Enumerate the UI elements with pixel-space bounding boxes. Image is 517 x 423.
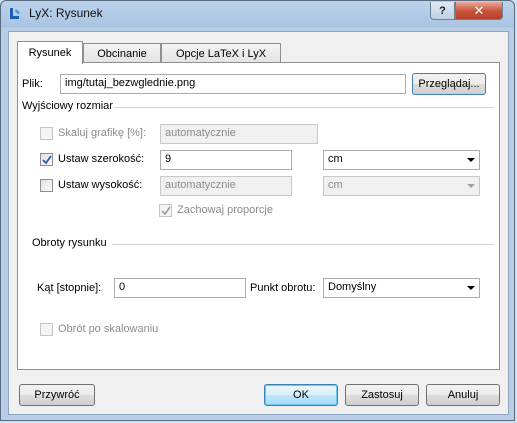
output-size-heading: Wyjściowy rozmiar bbox=[22, 100, 113, 112]
chevron-down-icon bbox=[467, 286, 475, 290]
after-scaling-checkbox[interactable] bbox=[40, 323, 53, 336]
height-unit-select[interactable]: cm bbox=[323, 176, 480, 196]
ok-button[interactable]: OK bbox=[264, 384, 338, 406]
file-label: Plik: bbox=[22, 78, 43, 90]
restore-button[interactable]: Przywróć bbox=[19, 384, 95, 406]
dialog-window: LyX: Rysunek ? ✕ Rysunek Obcinanie Opcje… bbox=[0, 0, 515, 421]
origin-label: Punkt obrotu: bbox=[250, 282, 316, 294]
keep-ratio-label: Zachowaj proporcje bbox=[177, 204, 273, 216]
chevron-down-icon bbox=[467, 184, 475, 188]
scale-checkbox[interactable] bbox=[40, 127, 53, 140]
width-input[interactable]: 9 bbox=[160, 150, 292, 170]
height-input[interactable]: automatycznie bbox=[160, 176, 292, 196]
height-label: Ustaw wysokość: bbox=[58, 179, 143, 191]
checkmark-icon bbox=[161, 206, 171, 216]
file-path-input[interactable]: img/tutaj_bezwglednie.png bbox=[60, 74, 406, 94]
origin-select[interactable]: Domyślny bbox=[323, 278, 480, 298]
cancel-button[interactable]: Anuluj bbox=[426, 384, 500, 406]
tab-obcinanie[interactable]: Obcinanie bbox=[83, 43, 161, 63]
tab-panel: Plik: img/tutaj_bezwglednie.png Przegląd… bbox=[17, 62, 500, 370]
scale-input[interactable]: automatycznie bbox=[160, 124, 318, 144]
rotation-heading: Obroty rysunku bbox=[32, 237, 107, 249]
title-bar[interactable]: LyX: Rysunek ? ✕ bbox=[1, 1, 514, 27]
width-checkbox[interactable] bbox=[40, 153, 53, 166]
origin-value: Domyślny bbox=[328, 281, 377, 293]
height-unit-value: cm bbox=[328, 179, 343, 191]
width-unit-select[interactable]: cm bbox=[323, 150, 480, 170]
scale-label: Skaluj grafikę [%]: bbox=[58, 127, 147, 139]
angle-input[interactable]: 0 bbox=[114, 278, 246, 298]
output-size-separator bbox=[114, 107, 494, 108]
apply-button[interactable]: Zastosuj bbox=[345, 384, 419, 406]
window-title: LyX: Rysunek bbox=[29, 6, 103, 20]
angle-label: Kąt [stopnie]: bbox=[37, 282, 102, 294]
rotation-separator bbox=[112, 244, 494, 245]
chevron-down-icon bbox=[467, 158, 475, 162]
width-unit-value: cm bbox=[328, 153, 343, 165]
tab-rysunek[interactable]: Rysunek bbox=[17, 41, 83, 64]
help-button[interactable]: ? bbox=[430, 2, 455, 20]
checkmark-icon bbox=[42, 155, 52, 165]
width-label: Ustaw szerokość: bbox=[58, 153, 145, 165]
browse-button[interactable]: Przeglądaj... bbox=[412, 73, 486, 95]
after-scaling-label: Obrót po skalowaniu bbox=[58, 323, 159, 335]
height-checkbox[interactable] bbox=[40, 179, 53, 192]
lyx-logo-icon bbox=[7, 6, 23, 22]
keep-ratio-checkbox[interactable] bbox=[159, 204, 172, 217]
close-button[interactable]: ✕ bbox=[455, 2, 503, 20]
dialog-client: Rysunek Obcinanie Opcje LaTeX i LyX Plik… bbox=[8, 31, 509, 415]
tab-opcje-latex[interactable]: Opcje LaTeX i LyX bbox=[161, 43, 281, 63]
